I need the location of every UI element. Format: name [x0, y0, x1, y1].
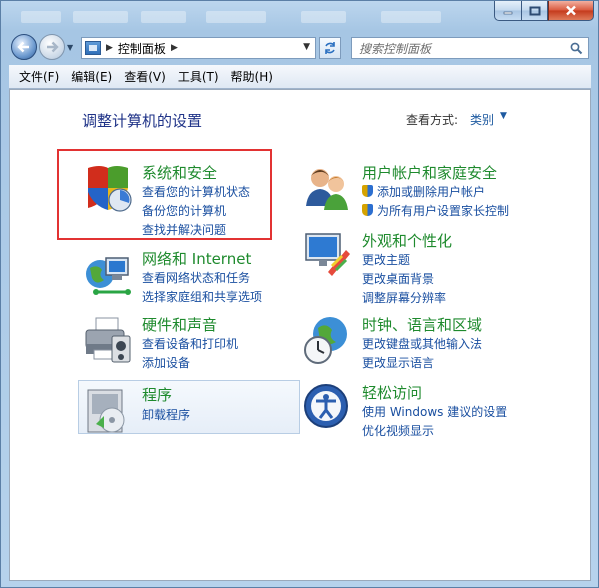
- link-add-remove-accounts[interactable]: 添加或删除用户帐户: [362, 183, 485, 200]
- forward-button[interactable]: [39, 34, 65, 60]
- blurred-tab: [381, 11, 441, 23]
- link-desktop-background[interactable]: 更改桌面背景: [362, 270, 434, 287]
- link-uninstall[interactable]: 卸载程序: [142, 406, 190, 423]
- control-panel-content: 调整计算机的设置 查看方式: 类别 ▼ 系统和安全 查看您的计算机状态 备份您的…: [9, 89, 591, 581]
- blurred-tab: [301, 11, 346, 23]
- category-title[interactable]: 轻松访问: [362, 382, 422, 403]
- link-troubleshoot[interactable]: 查找并解决问题: [142, 221, 226, 238]
- link-text[interactable]: 为所有用户设置家长控制: [377, 204, 509, 218]
- uac-shield-icon: [362, 204, 373, 216]
- programs-icon[interactable]: [82, 384, 134, 436]
- category-title[interactable]: 系统和安全: [142, 162, 217, 183]
- maximize-button[interactable]: [521, 1, 548, 21]
- link-backup[interactable]: 备份您的计算机: [142, 202, 226, 219]
- caption-buttons: [494, 1, 594, 21]
- link-homegroup[interactable]: 选择家庭组和共享选项: [142, 288, 262, 305]
- category-title[interactable]: 网络和 Internet: [142, 248, 251, 269]
- category-title[interactable]: 时钟、语言和区域: [362, 314, 482, 335]
- minimize-button[interactable]: [494, 1, 521, 21]
- shield-icon[interactable]: [82, 162, 134, 214]
- back-button[interactable]: [11, 34, 37, 60]
- printer-icon[interactable]: [82, 314, 134, 366]
- link-recommended-settings[interactable]: 使用 Windows 建议的设置: [362, 403, 507, 420]
- search-icon[interactable]: [567, 42, 585, 55]
- link-add-device[interactable]: 添加设备: [142, 354, 190, 371]
- monitor-icon[interactable]: [302, 230, 354, 282]
- control-panel-icon: [85, 41, 101, 55]
- close-button[interactable]: [548, 1, 594, 21]
- breadcrumb-control-panel[interactable]: 控制面板: [118, 40, 166, 57]
- control-panel-window: ▼ ▶ 控制面板 ▶ ▼ 搜索控制面板 文件(F) 编辑(E) 查看(V) 工具…: [0, 0, 599, 588]
- blurred-tab: [141, 11, 186, 23]
- close-icon: [566, 5, 576, 16]
- history-dropdown-icon[interactable]: ▼: [67, 43, 77, 53]
- category-clock-language: 时钟、语言和区域 更改键盘或其他输入法 更改显示语言: [302, 314, 542, 370]
- menu-help[interactable]: 帮助(H): [231, 68, 273, 85]
- menu-tools[interactable]: 工具(T): [178, 68, 219, 85]
- link-network-status[interactable]: 查看网络状态和任务: [142, 269, 250, 286]
- accessibility-icon[interactable]: [302, 382, 354, 434]
- link-parental-controls[interactable]: 为所有用户设置家长控制: [362, 202, 509, 219]
- refresh-icon: [325, 42, 335, 54]
- link-display-language[interactable]: 更改显示语言: [362, 354, 434, 371]
- category-title[interactable]: 外观和个性化: [362, 230, 452, 251]
- menu-edit[interactable]: 编辑(E): [71, 68, 112, 85]
- link-change-theme[interactable]: 更改主题: [362, 251, 410, 268]
- breadcrumb-arrow-icon[interactable]: ▶: [106, 43, 113, 53]
- link-optimize-display[interactable]: 优化视频显示: [362, 422, 434, 439]
- clock-globe-icon[interactable]: [302, 314, 354, 366]
- navigation-bar: ▼ ▶ 控制面板 ▶ ▼ 搜索控制面板: [1, 31, 599, 63]
- blurred-tab: [21, 11, 61, 23]
- search-input[interactable]: 搜索控制面板: [359, 40, 567, 57]
- category-system-security: 系统和安全 查看您的计算机状态 备份您的计算机 查找并解决问题: [82, 162, 282, 237]
- view-by-dropdown-icon[interactable]: ▼: [500, 111, 507, 121]
- category-title[interactable]: 硬件和声音: [142, 314, 217, 335]
- page-title: 调整计算机的设置: [82, 112, 203, 130]
- refresh-button[interactable]: [319, 37, 341, 59]
- category-title[interactable]: 用户帐户和家庭安全: [362, 162, 497, 183]
- title-bar[interactable]: [1, 1, 599, 31]
- users-icon[interactable]: [302, 162, 354, 214]
- link-devices-printers[interactable]: 查看设备和打印机: [142, 335, 238, 352]
- address-bar[interactable]: ▶ 控制面板 ▶ ▼: [81, 37, 316, 59]
- link-screen-resolution[interactable]: 调整屏幕分辨率: [362, 289, 446, 306]
- uac-shield-icon: [362, 185, 373, 197]
- forward-arrow-icon: [47, 41, 59, 53]
- blurred-tab: [73, 11, 128, 23]
- category-user-accounts: 用户帐户和家庭安全 添加或删除用户帐户 为所有用户设置家长控制: [302, 162, 542, 218]
- back-arrow-icon: [17, 41, 29, 53]
- category-appearance: 外观和个性化 更改主题 更改桌面背景 调整屏幕分辨率: [302, 230, 542, 306]
- category-title[interactable]: 程序: [142, 384, 172, 405]
- blurred-tab: [206, 11, 266, 23]
- search-box[interactable]: 搜索控制面板: [351, 37, 589, 59]
- network-icon[interactable]: [82, 248, 134, 300]
- category-programs: 程序 卸载程序: [82, 384, 282, 434]
- category-hardware-sound: 硬件和声音 查看设备和打印机 添加设备: [82, 314, 282, 370]
- maximize-icon: [529, 6, 540, 15]
- category-ease-of-access: 轻松访问 使用 Windows 建议的设置 优化视频显示: [302, 382, 562, 438]
- view-by-dropdown[interactable]: 类别: [470, 111, 494, 128]
- minimize-icon: [503, 11, 513, 14]
- link-check-status[interactable]: 查看您的计算机状态: [142, 183, 250, 200]
- link-text[interactable]: 添加或删除用户帐户: [377, 185, 485, 199]
- view-by-label: 查看方式:: [406, 113, 459, 127]
- address-dropdown-icon[interactable]: ▼: [303, 42, 310, 52]
- menu-view[interactable]: 查看(V): [124, 68, 166, 85]
- link-keyboard-input[interactable]: 更改键盘或其他输入法: [362, 335, 482, 352]
- breadcrumb-arrow-icon[interactable]: ▶: [171, 43, 178, 53]
- category-network: 网络和 Internet 查看网络状态和任务 选择家庭组和共享选项: [82, 248, 282, 304]
- menu-file[interactable]: 文件(F): [19, 68, 59, 85]
- menu-bar: 文件(F) 编辑(E) 查看(V) 工具(T) 帮助(H): [9, 65, 591, 89]
